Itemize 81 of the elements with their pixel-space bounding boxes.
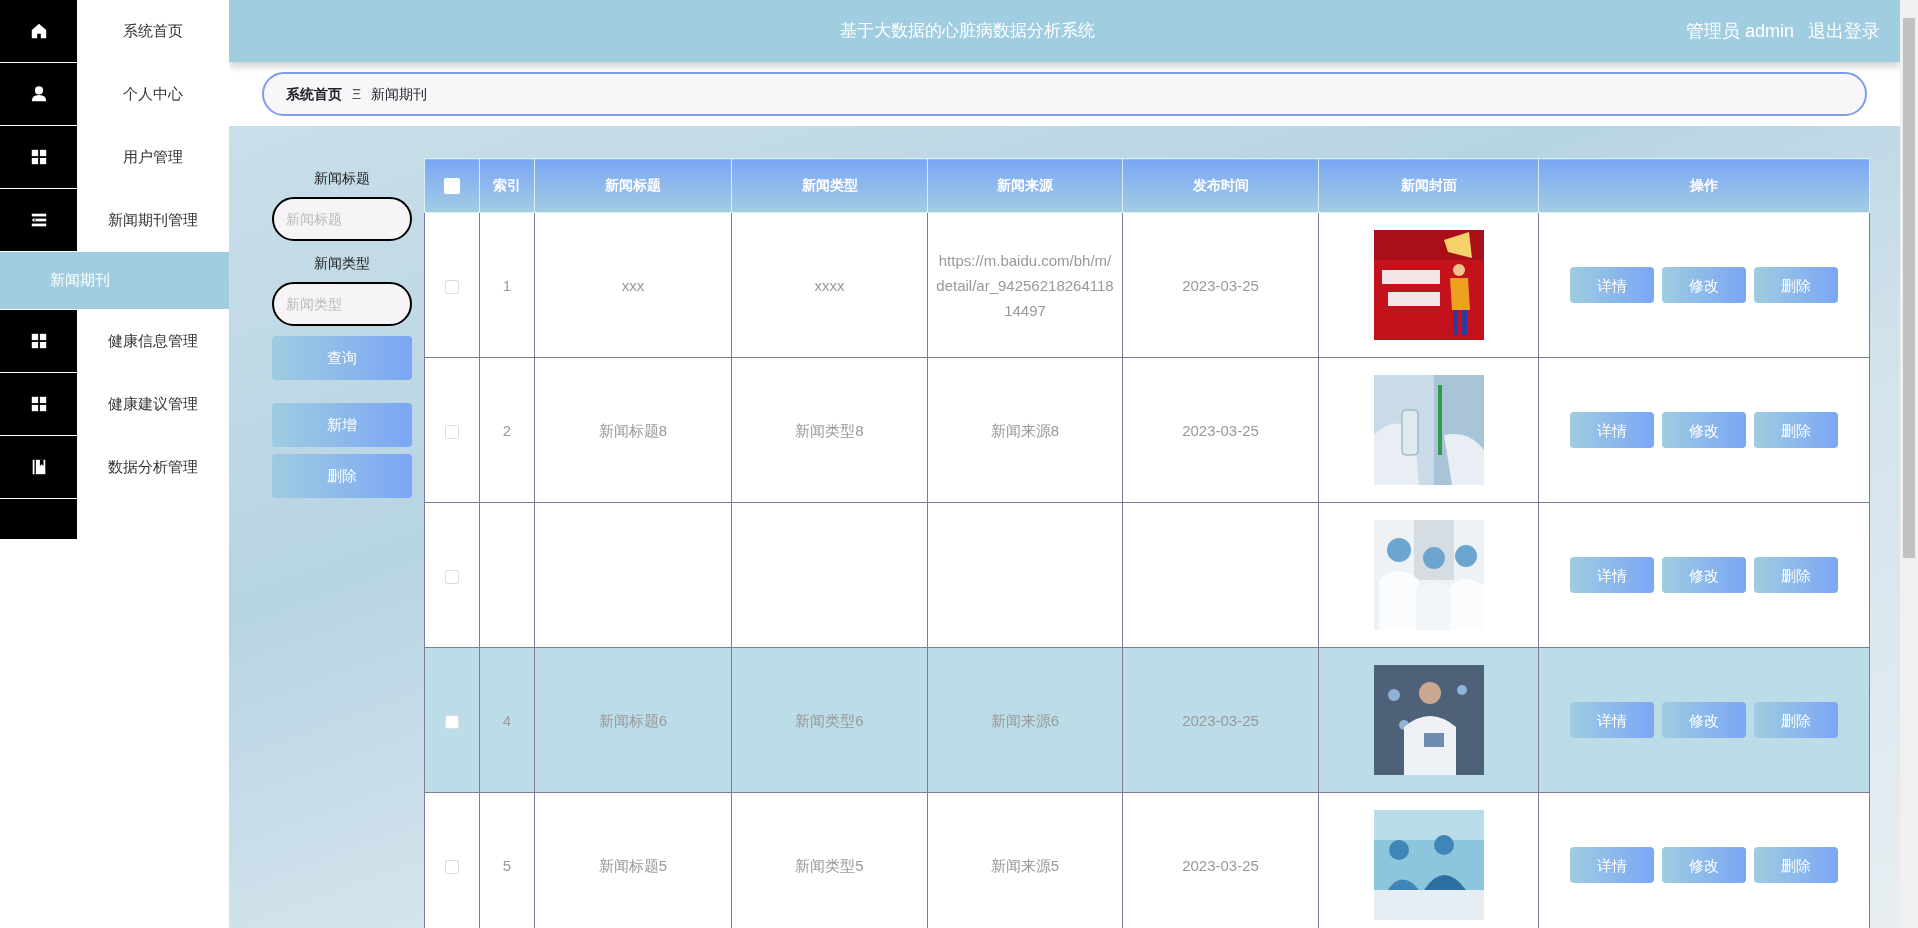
type-cell: 新闻类型8 bbox=[795, 421, 864, 439]
index-cell: 2 bbox=[502, 421, 512, 439]
table-row[interactable]: 2 新闻标题8 新闻类型8 新闻来源8 2023-03-25 详情 修改 删除 bbox=[424, 357, 1870, 503]
select-all-checkbox[interactable] bbox=[444, 178, 460, 195]
type-cell: xxxx bbox=[814, 276, 845, 294]
column-header: 索引 bbox=[493, 177, 521, 193]
title-cell: 新闻标题8 bbox=[598, 421, 668, 439]
index-cell: 4 bbox=[502, 711, 512, 729]
search-button[interactable]: 查询 bbox=[272, 336, 412, 380]
type-cell: 新闻类型5 bbox=[795, 856, 864, 874]
sidebar-item[interactable]: 系统首页 bbox=[0, 0, 229, 63]
search-field[interactable]: 新闻类型 bbox=[272, 282, 412, 326]
grid-icon bbox=[29, 395, 48, 413]
edit-button[interactable]: 修改 bbox=[1662, 847, 1746, 883]
source-cell: 新闻来源5 bbox=[990, 856, 1060, 874]
column-header: 新闻封面 bbox=[1400, 177, 1457, 193]
edit-button[interactable]: 修改 bbox=[1662, 412, 1746, 448]
edit-button[interactable]: 修改 bbox=[1662, 267, 1746, 303]
sidebar-item[interactable]: 新闻期刊管理 bbox=[0, 189, 229, 252]
filter-label: 新闻标题 bbox=[314, 169, 370, 188]
delete-button[interactable]: 删除 bbox=[1754, 267, 1838, 303]
table-row[interactable]: 4 新闻标题6 新闻类型6 新闻来源6 2023-03-25 详情 修改 删除 bbox=[424, 647, 1870, 793]
title-cell: xxx bbox=[621, 276, 645, 294]
sidebar-subitem[interactable]: 新闻期刊 bbox=[0, 252, 229, 310]
title-cell: 新闻标题6 bbox=[598, 711, 668, 729]
row-checkbox[interactable] bbox=[445, 714, 459, 729]
list-icon bbox=[29, 211, 48, 229]
person-icon bbox=[29, 85, 48, 103]
source-cell: https://m.baidu.com/bh/m/detail/ar_9425621826411814497 bbox=[936, 251, 1114, 319]
index-cell: 1 bbox=[502, 276, 512, 294]
column-header: 新闻类型 bbox=[801, 177, 858, 193]
detail-button[interactable]: 详情 bbox=[1570, 847, 1654, 883]
date-cell: 2023-03-25 bbox=[1182, 856, 1259, 874]
date-cell: 2023-03-25 bbox=[1182, 711, 1259, 729]
home-icon bbox=[29, 22, 48, 40]
date-cell: 2023-03-25 bbox=[1182, 276, 1259, 294]
index-cell: 5 bbox=[502, 856, 512, 874]
column-header: 新闻标题 bbox=[605, 177, 661, 193]
detail-button[interactable]: 详情 bbox=[1570, 557, 1654, 593]
grid-icon bbox=[29, 148, 48, 166]
grid-icon bbox=[29, 332, 48, 350]
sidebar-item[interactable]: 健康建议管理 bbox=[0, 373, 229, 436]
delete-button[interactable]: 删除 bbox=[1754, 557, 1838, 593]
search-field[interactable]: 新闻标题 bbox=[272, 197, 412, 241]
date-cell: 2023-03-25 bbox=[1182, 421, 1259, 439]
row-checkbox[interactable] bbox=[445, 569, 459, 584]
sidebar-item[interactable]: 数据分析管理 bbox=[0, 436, 229, 499]
source-cell: 新闻来源6 bbox=[990, 711, 1060, 729]
detail-button[interactable]: 详情 bbox=[1570, 412, 1654, 448]
title-cell: 新闻标题5 bbox=[598, 856, 668, 874]
column-header: 新闻来源 bbox=[997, 177, 1053, 193]
table-row[interactable]: 1 xxx xxxx https://m.baidu.com/bh/m/detail/ar_9425621826411814497 2023-03-25 详情 修改 删除 bbox=[424, 212, 1870, 358]
table-row[interactable]: 5 新闻标题5 新闻类型5 新闻来源5 2023-03-25 详情 修改 删除 bbox=[424, 792, 1870, 928]
column-header: 发布时间 bbox=[1192, 177, 1249, 193]
admin-user-label: 管理员 admin bbox=[1685, 19, 1794, 43]
edit-button[interactable]: 修改 bbox=[1662, 702, 1746, 738]
table-row[interactable]: 详情 修改 删除 bbox=[424, 502, 1870, 648]
source-cell: 新闻来源8 bbox=[990, 421, 1060, 439]
row-checkbox[interactable] bbox=[445, 859, 459, 874]
sidebar-item[interactable]: 个人中心 bbox=[0, 63, 229, 126]
filter-label: 新闻类型 bbox=[314, 254, 370, 273]
delete-button[interactable]: 删除 bbox=[1754, 412, 1838, 448]
row-checkbox[interactable] bbox=[445, 279, 459, 294]
delete-button[interactable]: 删除 bbox=[1754, 702, 1838, 738]
scrollbar[interactable] bbox=[1900, 0, 1918, 928]
delete-button[interactable]: 删除 bbox=[1754, 847, 1838, 883]
edit-button[interactable]: 修改 bbox=[1662, 557, 1746, 593]
delete-button[interactable]: 删除 bbox=[272, 454, 412, 498]
breadcrumb-separator: Ξ bbox=[352, 84, 362, 104]
column-header: 操作 bbox=[1690, 177, 1718, 193]
type-cell: 新闻类型6 bbox=[795, 711, 864, 729]
system-title: 基于大数据的心脏病数据分析系统 bbox=[839, 20, 1096, 43]
logout-link[interactable]: 退出登录 bbox=[1808, 17, 1880, 45]
detail-button[interactable]: 详情 bbox=[1570, 267, 1654, 303]
sidebar-item[interactable]: 用户管理 bbox=[0, 126, 229, 189]
breadcrumb-current: 新闻期刊 bbox=[371, 84, 428, 104]
add-button[interactable]: 新增 bbox=[272, 403, 412, 447]
row-checkbox[interactable] bbox=[445, 424, 459, 439]
sidebar-item[interactable]: 健康信息管理 bbox=[0, 310, 229, 373]
detail-button[interactable]: 详情 bbox=[1570, 702, 1654, 738]
breadcrumb-home-link[interactable]: 系统首页 bbox=[286, 83, 342, 105]
